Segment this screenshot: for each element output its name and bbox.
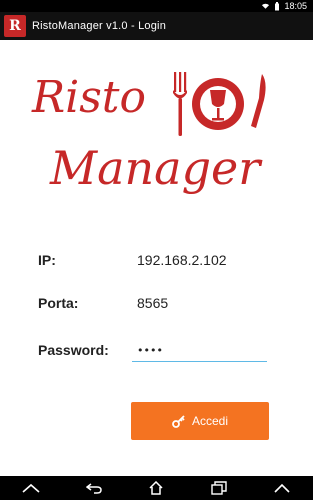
brand-text-risto: Risto [31,72,146,123]
battery-icon [275,1,280,10]
app-logo-icon: R [4,15,26,37]
wifi-icon [262,3,270,9]
app-bar: R RistoManager v1.0 - Login [0,12,313,40]
ip-label: IP: [38,252,56,268]
status-time: 18:05 [284,1,307,11]
port-value[interactable]: 8565 [137,295,168,311]
port-label: Porta: [38,295,79,311]
app-title: RistoManager v1.0 - Login [32,20,167,32]
accedi-button[interactable]: Accedi [131,402,269,440]
brand-logo: Risto Manager [31,72,266,195]
key-icon [172,415,185,428]
menu-icon[interactable] [270,479,294,497]
status-bar: 18:05 [0,0,313,12]
home-up-icon[interactable] [19,479,43,497]
password-label: Password: [38,342,109,358]
recent-apps-icon[interactable] [207,479,231,497]
ip-value[interactable]: 192.168.2.102 [137,252,227,268]
back-icon[interactable] [82,479,106,497]
brand-text-manager: Manager [49,141,263,195]
password-field[interactable] [132,340,267,362]
knife-icon [251,74,266,128]
status-icons: 18:05 [261,0,307,12]
system-nav-bar [0,476,313,500]
plate-wineglass-icon [192,78,244,130]
accedi-label: Accedi [191,414,229,428]
fork-icon [173,72,187,136]
home-icon[interactable] [144,479,168,497]
